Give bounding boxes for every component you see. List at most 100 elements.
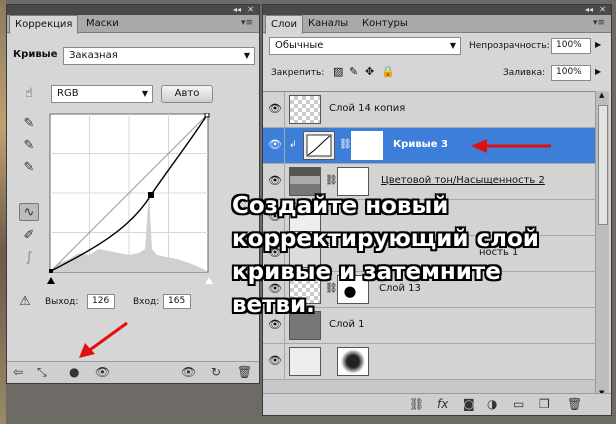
link-chain-icon[interactable]: ⛓: [339, 139, 352, 150]
curve-point-bottom: [49, 269, 53, 273]
panel-titlebar[interactable]: ◂◂ ✕: [263, 5, 611, 15]
curve-point-top: [204, 113, 210, 118]
trash-icon[interactable]: 🗑: [567, 397, 582, 412]
layer-row[interactable]: 👁 Слой 14 копия: [263, 92, 597, 128]
auto-button[interactable]: Авто: [161, 85, 213, 103]
visibility-cell[interactable]: 👁: [263, 92, 285, 127]
eye-icon[interactable]: 👁: [267, 174, 283, 188]
scroll-up-icon[interactable]: ▲: [599, 91, 604, 99]
adjustment-icon: [289, 347, 321, 376]
adjustments-panel: ◂◂ ✕ Коррекция Маски ▾≡ Кривые Заказная …: [6, 4, 260, 384]
view-previous-icon[interactable]: 👁: [181, 365, 196, 380]
collapse-icon[interactable]: ◂◂: [585, 5, 593, 15]
eyedropper-black-icon[interactable]: ✎: [19, 115, 39, 133]
red-arrow-annotation: [79, 321, 128, 358]
close-icon[interactable]: ✕: [247, 5, 254, 15]
input-field[interactable]: 165: [163, 294, 191, 309]
clip-arrow-icon: ↲: [289, 140, 297, 150]
curves-graph[interactable]: [49, 113, 211, 275]
pencil-tool-icon[interactable]: ✐: [19, 227, 39, 245]
new-layer-icon[interactable]: ❐: [539, 397, 550, 412]
layer-name[interactable]: Цветовой тон/Насыщенность 2: [381, 175, 545, 186]
input-label: Вход:: [133, 297, 160, 307]
collapse-icon[interactable]: ◂◂: [233, 5, 241, 15]
layer-row[interactable]: 👁 ↲ ⛓ Кривые 3: [263, 128, 597, 164]
adjustments-bottom-toolbar: ⇦ ⤡ ● 👁 👁 ↻ 🗑: [7, 361, 259, 383]
lock-label: Закрепить:: [271, 68, 325, 78]
link-layers-icon[interactable]: ⛓: [409, 397, 424, 412]
visibility-cell[interactable]: 👁: [263, 344, 285, 379]
curves-adjustment-icon: [303, 131, 335, 160]
white-point-slider[interactable]: [205, 277, 213, 284]
instruction-caption: Создайте новый корректирующий слой кривы…: [232, 193, 539, 318]
eye-icon[interactable]: 👁: [267, 138, 283, 152]
chevron-down-icon: ▼: [449, 41, 456, 50]
lock-paint-icon[interactable]: ✎: [349, 65, 358, 78]
expand-view-icon[interactable]: ⤡: [37, 365, 47, 380]
adjustments-tabs: Коррекция Маски ▾≡: [7, 15, 259, 34]
panel-menu-icon[interactable]: ▾≡: [593, 18, 605, 28]
layer-row[interactable]: 👁: [263, 344, 597, 380]
warning-icon: ⚠: [19, 294, 31, 309]
tab-channels[interactable]: Каналы: [303, 15, 353, 33]
blend-mode-select[interactable]: Обычные ▼: [269, 37, 461, 55]
blend-mode-value: Обычные: [275, 40, 324, 51]
channel-select[interactable]: RGB ▼: [51, 85, 153, 103]
fill-field[interactable]: 100%: [551, 65, 591, 81]
layers-scrollbar[interactable]: ▲ ▼: [595, 91, 609, 397]
output-field[interactable]: 126: [87, 294, 115, 309]
opacity-dropdown-icon[interactable]: ▶: [595, 40, 601, 49]
layer-thumbnail: [289, 95, 321, 124]
opacity-field[interactable]: 100%: [551, 38, 591, 54]
layer-mask-thumbnail[interactable]: [351, 131, 383, 160]
channel-value: RGB: [57, 88, 79, 99]
layer-mask-thumbnail[interactable]: [337, 347, 369, 376]
curve-point-mid: [148, 192, 154, 198]
chevron-down-icon: ▼: [243, 51, 250, 60]
link-chain-icon[interactable]: ⛓: [325, 175, 338, 186]
add-mask-icon[interactable]: ◙: [463, 397, 475, 412]
layer-name[interactable]: Кривые 3: [393, 139, 448, 150]
fill-label: Заливка:: [503, 68, 546, 78]
panel-titlebar[interactable]: ◂◂ ✕: [7, 5, 259, 15]
close-icon[interactable]: ✕: [599, 5, 606, 15]
layers-tabs: Слои Каналы Контуры ▾≡: [263, 15, 611, 34]
tab-masks[interactable]: Маски: [81, 15, 124, 33]
layer-name[interactable]: Слой 14 копия: [329, 103, 405, 114]
new-group-icon[interactable]: ▭: [513, 397, 524, 412]
lock-move-icon[interactable]: ✥: [365, 65, 374, 78]
visibility-cell[interactable]: 👁: [263, 128, 285, 163]
clip-to-layer-icon[interactable]: ●: [69, 365, 79, 380]
layers-bottom-toolbar: ⛓ fx ◙ ◑ ▭ ❐ 🗑: [263, 393, 611, 415]
preset-select[interactable]: Заказная ▼: [63, 47, 255, 65]
visibility-eye-icon[interactable]: 👁: [95, 365, 110, 380]
back-arrow-icon[interactable]: ⇦: [13, 365, 23, 380]
lock-transparency-icon[interactable]: ▨: [333, 65, 343, 78]
curve-point-tool-icon[interactable]: ∿: [19, 203, 39, 221]
fill-dropdown-icon[interactable]: ▶: [595, 67, 601, 76]
panel-menu-icon[interactable]: ▾≡: [241, 18, 253, 28]
trash-icon[interactable]: 🗑: [237, 365, 252, 380]
on-image-adjust-icon[interactable]: ☝: [19, 85, 39, 103]
fill-value: 100%: [556, 67, 582, 77]
scroll-thumb[interactable]: [598, 105, 608, 225]
black-point-slider[interactable]: [47, 277, 55, 284]
tab-adjustments[interactable]: Коррекция: [9, 15, 79, 34]
layer-style-fx-icon[interactable]: fx: [437, 397, 448, 412]
lock-all-icon[interactable]: 🔒: [381, 65, 395, 78]
opacity-value: 100%: [556, 40, 582, 50]
reset-icon[interactable]: ↻: [211, 365, 221, 380]
eyedropper-white-icon[interactable]: ✎: [19, 159, 39, 177]
red-arrow-annotation: [471, 139, 551, 153]
opacity-label: Непрозрачность:: [469, 41, 550, 51]
eyedropper-gray-icon[interactable]: ✎: [19, 137, 39, 155]
smooth-curve-icon[interactable]: ∫: [19, 249, 39, 267]
tab-paths[interactable]: Контуры: [357, 15, 413, 33]
adjustment-title: Кривые: [13, 49, 58, 60]
new-adjustment-icon[interactable]: ◑: [487, 397, 497, 412]
preset-value: Заказная: [69, 50, 118, 61]
output-label: Выход:: [45, 297, 79, 307]
eye-icon[interactable]: 👁: [267, 102, 283, 116]
tab-layers[interactable]: Слои: [265, 15, 303, 34]
eye-icon[interactable]: 👁: [267, 354, 283, 368]
